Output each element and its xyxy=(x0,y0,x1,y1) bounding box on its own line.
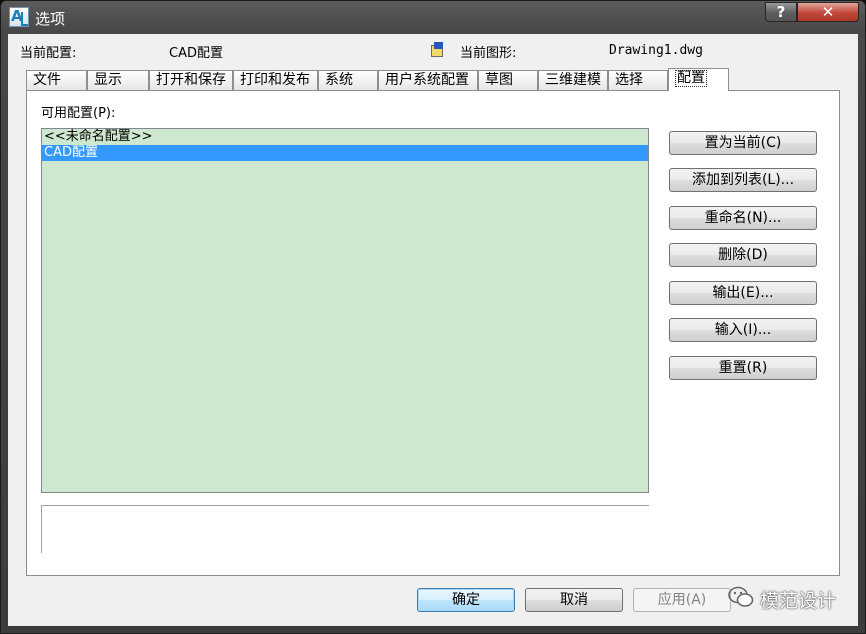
profiles-panel: 可用配置(P): <<未命名配置>> CAD配置 置为当前(C) 添加到列表(L… xyxy=(26,90,840,576)
close-icon: ✕ xyxy=(821,3,835,21)
delete-button[interactable]: 删除(D) xyxy=(669,243,817,267)
options-dialog: A 选项 ? ✕ 当前配置: CAD配置 当前图形: Drawing1.dwg … xyxy=(0,0,866,634)
tab-drafting[interactable]: 草图 xyxy=(478,70,538,90)
current-drawing-label: 当前图形: xyxy=(460,46,517,61)
list-item[interactable]: CAD配置 xyxy=(42,145,648,161)
tab-files[interactable]: 文件 xyxy=(26,70,87,90)
tab-user-preferences[interactable]: 用户系统配置 xyxy=(378,70,478,90)
tab-display[interactable]: 显示 xyxy=(87,70,149,90)
reset-button[interactable]: 重置(R) xyxy=(669,356,817,380)
title-bar[interactable]: A 选项 ? ✕ xyxy=(1,1,865,34)
rename-button[interactable]: 重命名(N)... xyxy=(669,206,817,230)
window-title: 选项 xyxy=(35,10,66,28)
current-drawing-value: Drawing1.dwg xyxy=(609,43,703,58)
question-icon: ? xyxy=(776,3,786,21)
close-button[interactable]: ✕ xyxy=(797,2,859,22)
apply-button[interactable]: 应用(A) xyxy=(633,588,731,612)
export-button[interactable]: 输出(E)... xyxy=(669,281,817,305)
ok-button[interactable]: 确定 xyxy=(417,588,515,612)
set-current-button[interactable]: 置为当前(C) xyxy=(669,131,817,155)
tab-profiles[interactable]: 配置 xyxy=(668,68,729,91)
help-button[interactable]: ? xyxy=(765,2,797,22)
profiles-listbox[interactable]: <<未命名配置>> CAD配置 xyxy=(41,128,649,493)
available-profiles-label: 可用配置(P): xyxy=(41,106,116,121)
import-button[interactable]: 输入(I)... xyxy=(669,318,817,342)
tab-plot-publish[interactable]: 打印和发布 xyxy=(233,70,318,90)
cancel-button[interactable]: 取消 xyxy=(525,588,623,612)
description-box xyxy=(41,505,649,553)
add-to-list-button[interactable]: 添加到列表(L)... xyxy=(669,168,817,192)
wechat-icon xyxy=(728,586,754,607)
dialog-client: 当前配置: CAD配置 当前图形: Drawing1.dwg 文件 显示 打开和… xyxy=(8,34,858,626)
autocad-app-icon: A xyxy=(9,7,29,27)
current-profile-label: 当前配置: xyxy=(20,46,77,61)
tab-open-save[interactable]: 打开和保存 xyxy=(149,70,233,90)
tab-system[interactable]: 系统 xyxy=(318,70,378,90)
watermark-text: 模范设计 xyxy=(760,590,837,612)
tab-3d-modeling[interactable]: 三维建模 xyxy=(538,70,608,90)
list-item[interactable]: <<未命名配置>> xyxy=(42,129,648,145)
tab-selection[interactable]: 选择 xyxy=(608,70,668,90)
drawing-icon xyxy=(431,42,446,57)
current-profile-value: CAD配置 xyxy=(169,46,223,61)
